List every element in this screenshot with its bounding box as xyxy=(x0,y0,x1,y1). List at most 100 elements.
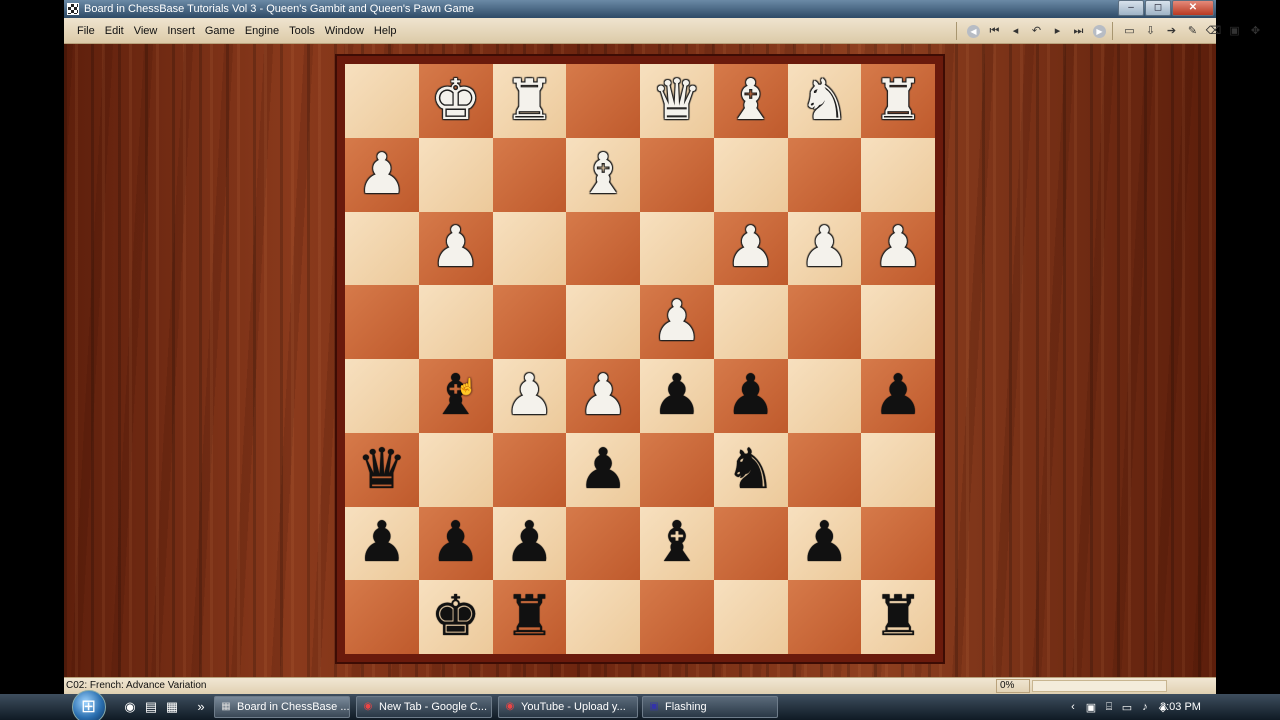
black-pawn-icon[interactable]: ♟ xyxy=(799,515,849,571)
square-a1[interactable] xyxy=(345,580,419,654)
black-pawn-icon[interactable]: ♟ xyxy=(652,367,702,424)
square-b6[interactable]: ♟ xyxy=(418,211,493,286)
flip-board-button[interactable]: ✥ xyxy=(1245,21,1266,41)
black-pawn-icon[interactable]: ♟ xyxy=(431,515,481,571)
square-d5[interactable] xyxy=(566,285,640,359)
arrow-right-button[interactable]: ➔ xyxy=(1161,21,1182,41)
square-f6[interactable]: ♟ xyxy=(713,211,788,286)
square-d1[interactable] xyxy=(566,580,640,654)
taskbar-button-3[interactable]: ◉ YouTube - Upload y... xyxy=(498,696,638,718)
menu-window[interactable]: Window xyxy=(320,25,369,37)
clock[interactable]: 2:03 PM xyxy=(1160,694,1201,720)
square-b3[interactable] xyxy=(418,432,493,507)
black-pawn-icon[interactable]: ♟ xyxy=(357,515,407,571)
square-g4[interactable] xyxy=(787,359,862,433)
square-d8[interactable] xyxy=(566,64,640,138)
white-pawn-icon[interactable]: ♟ xyxy=(799,220,849,276)
square-f1[interactable] xyxy=(713,580,788,654)
square-c3[interactable] xyxy=(492,432,567,507)
square-h8[interactable]: ♜ xyxy=(861,64,935,138)
tray-volume-icon[interactable]: ♪ xyxy=(1136,701,1154,713)
white-pawn-icon[interactable]: ♟ xyxy=(431,220,481,276)
square-g5[interactable] xyxy=(787,285,862,359)
menu-edit[interactable]: Edit xyxy=(100,25,129,37)
menu-engine[interactable]: Engine xyxy=(240,25,284,37)
black-pawn-icon[interactable]: ♟ xyxy=(504,515,554,571)
square-g6[interactable]: ♟ xyxy=(787,211,862,286)
square-b5[interactable] xyxy=(418,285,493,359)
square-e1[interactable] xyxy=(640,580,714,654)
chessboard[interactable]: ♚ ♜ ♛ ♝ ♞ ♜ ♟ ♝ ♟ ♟ ♟ ♟ ♟ ♝ ☝ ♟ ♟ ♟ ♟ ♟ ♛ ♟ ♞ ♟ ♟ ♟ ♝ ♟ ♚ ♜ ♜ xyxy=(345,64,935,654)
white-pawn-icon[interactable]: ♟ xyxy=(726,220,776,276)
white-bishop-icon[interactable]: ♝ xyxy=(726,72,776,129)
white-bishop-icon[interactable]: ♝ xyxy=(578,146,628,203)
menu-tools[interactable]: Tools xyxy=(284,25,320,37)
forward-button[interactable]: ▶ xyxy=(1089,21,1110,41)
tray-network-icon[interactable]: ⌸ xyxy=(1100,701,1118,714)
square-f4[interactable]: ♟ xyxy=(713,359,788,433)
next-move-button[interactable]: ▸ xyxy=(1047,21,1068,41)
square-d3[interactable]: ♟ xyxy=(566,432,640,507)
title-bar[interactable]: Board in ChessBase Tutorials Vol 3 - Que… xyxy=(64,0,1216,18)
square-b2[interactable]: ♟ xyxy=(418,506,493,581)
menu-view[interactable]: View xyxy=(129,25,163,37)
square-b1[interactable]: ♚ xyxy=(418,580,493,654)
square-f2[interactable] xyxy=(713,506,788,581)
tray-monitor-icon[interactable]: ▭ xyxy=(1118,701,1136,714)
square-d2[interactable] xyxy=(566,506,640,581)
white-pawn-icon[interactable]: ♟ xyxy=(357,146,407,203)
take-back-button[interactable]: ↶ xyxy=(1026,21,1047,41)
square-a7[interactable]: ♟ xyxy=(345,137,419,212)
square-e5[interactable]: ♟ xyxy=(640,285,714,359)
square-b7[interactable] xyxy=(418,137,493,212)
square-d6[interactable] xyxy=(566,211,640,286)
window-switch-icon[interactable]: ▦ xyxy=(164,699,180,715)
first-move-button[interactable]: ⏮ xyxy=(984,21,1005,41)
white-pawn-icon[interactable]: ♟ xyxy=(578,367,628,424)
menu-insert[interactable]: Insert xyxy=(162,25,200,37)
square-e4[interactable]: ♟ xyxy=(640,359,714,433)
taskbar-button-2[interactable]: ◉ New Tab - Google C... xyxy=(356,696,492,718)
square-c1[interactable]: ♜ xyxy=(492,580,567,654)
square-c2[interactable]: ♟ xyxy=(492,506,567,581)
eraser-button[interactable]: ⌫ xyxy=(1203,21,1224,41)
black-knight-icon[interactable]: ♞ xyxy=(726,441,776,498)
square-d7[interactable]: ♝ xyxy=(566,137,640,212)
square-g3[interactable] xyxy=(787,432,862,507)
last-move-button[interactable]: ⏭ xyxy=(1068,21,1089,41)
back-button[interactable]: ◀ xyxy=(963,21,984,41)
white-rook-icon[interactable]: ♜ xyxy=(873,72,923,129)
black-bishop-icon[interactable]: ♝ xyxy=(652,515,702,571)
pen-button[interactable]: ✎ xyxy=(1182,21,1203,41)
square-a2[interactable]: ♟ xyxy=(345,506,419,581)
square-g2[interactable]: ♟ xyxy=(787,506,862,581)
black-rook-icon[interactable]: ♜ xyxy=(504,589,554,645)
close-button[interactable]: ✕ xyxy=(1172,0,1214,16)
square-h7[interactable] xyxy=(861,137,935,212)
black-pawn-icon[interactable]: ♟ xyxy=(726,367,776,424)
square-a3[interactable]: ♛ xyxy=(345,432,419,507)
chrome-icon[interactable]: ◉ xyxy=(122,699,138,715)
menu-file[interactable]: File xyxy=(72,25,100,37)
square-e3[interactable] xyxy=(640,432,714,507)
square-f3[interactable]: ♞ xyxy=(713,432,788,507)
square-a8[interactable] xyxy=(345,64,419,138)
white-pawn-icon[interactable]: ♟ xyxy=(652,294,702,350)
white-knight-icon[interactable]: ♞ xyxy=(799,72,849,129)
square-e7[interactable] xyxy=(640,137,714,212)
square-c4[interactable]: ♟ xyxy=(492,359,567,433)
white-queen-icon[interactable]: ♛ xyxy=(652,72,702,129)
square-d4[interactable]: ♟ xyxy=(566,359,640,433)
menu-game[interactable]: Game xyxy=(200,25,240,37)
download-button[interactable]: ⇩ xyxy=(1140,21,1161,41)
square-f7[interactable] xyxy=(713,137,788,212)
square-a6[interactable] xyxy=(345,211,419,286)
black-king-icon[interactable]: ♚ xyxy=(431,589,481,645)
white-pawn-icon[interactable]: ♟ xyxy=(873,220,923,276)
square-f8[interactable]: ♝ xyxy=(713,64,788,138)
white-king-icon[interactable]: ♚ xyxy=(431,72,481,129)
pdf-button[interactable]: ▣ xyxy=(1224,21,1245,41)
square-f5[interactable] xyxy=(713,285,788,359)
black-pawn-icon[interactable]: ♟ xyxy=(873,367,923,424)
tray-arrow-icon[interactable]: ‹ xyxy=(1064,701,1082,713)
